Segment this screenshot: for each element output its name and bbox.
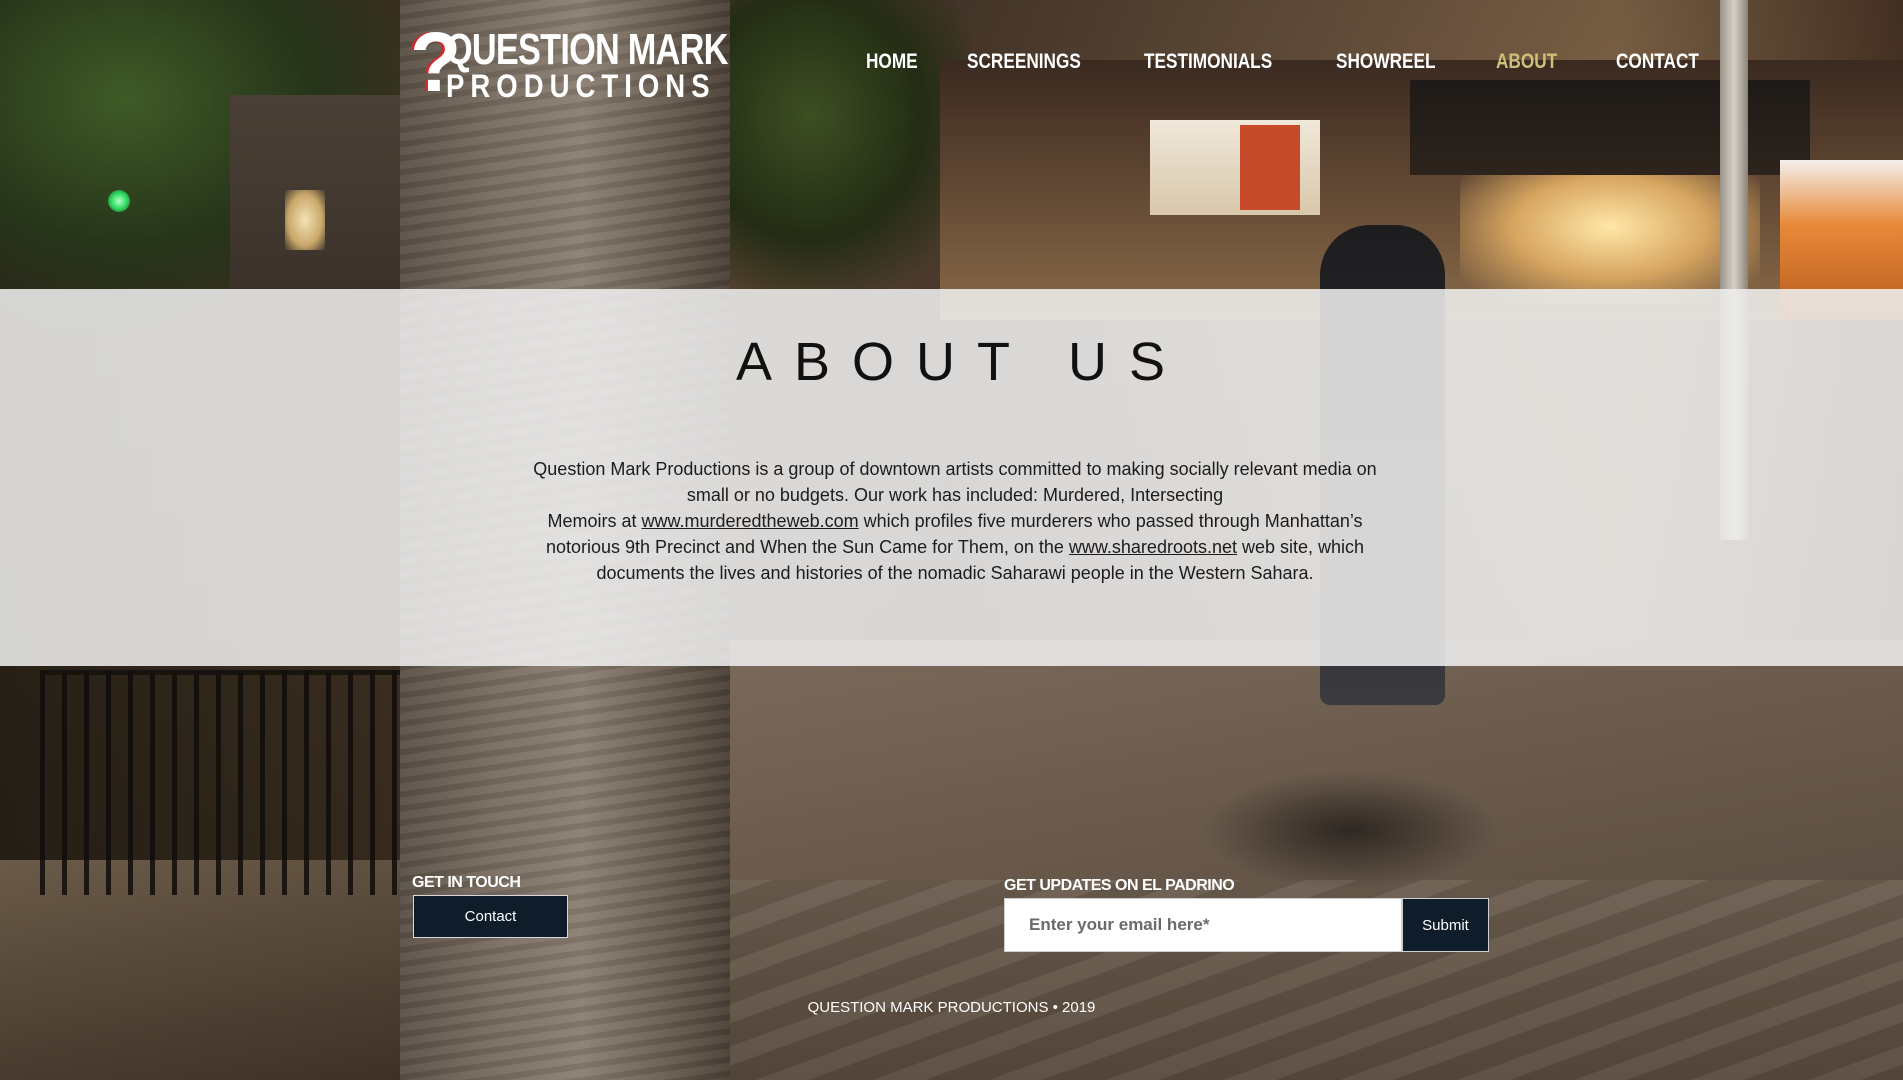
copyright-text: QUESTION MARK PRODUCTIONS • 2019: [807, 999, 1096, 1016]
about-description: Question Mark Productions is a group of …: [510, 456, 1400, 586]
background-railing: [40, 670, 430, 895]
nav-showreel[interactable]: SHOWREEL: [1336, 50, 1436, 74]
site-logo[interactable]: ? QUESTION MARK PRODUCTIONS: [410, 20, 728, 104]
about-text-memoirs: Memoirs at: [547, 511, 642, 531]
nav-contact[interactable]: CONTACT: [1616, 50, 1699, 74]
background-shop-light: [1460, 175, 1760, 305]
get-in-touch-label: GET IN TOUCH: [412, 874, 521, 891]
main-nav: HOME SCREENINGS TESTIMONIALS SHOWREEL AB…: [866, 50, 1717, 74]
contact-button[interactable]: Contact: [413, 895, 568, 938]
logo-title: QUESTION MARK: [446, 25, 728, 74]
logo-subtitle: PRODUCTIONS: [446, 68, 716, 104]
email-input[interactable]: [1004, 898, 1402, 952]
page-title: ABOUT US: [735, 332, 1188, 392]
about-text-intro: Question Mark Productions is a group of …: [533, 459, 1377, 505]
background-skater-shadow: [1200, 770, 1500, 890]
newsletter-label: GET UPDATES ON EL PADRINO: [1004, 877, 1235, 894]
background-lit-window: [285, 190, 325, 250]
murderedtheweb-link[interactable]: www.murderedtheweb.com: [642, 511, 859, 531]
sharedroots-link[interactable]: www.sharedroots.net: [1069, 537, 1237, 557]
nav-screenings[interactable]: SCREENINGS: [967, 50, 1081, 74]
submit-button[interactable]: Submit: [1402, 898, 1489, 952]
nav-testimonials[interactable]: TESTIMONIALS: [1144, 50, 1272, 74]
nav-about[interactable]: ABOUT: [1496, 50, 1557, 74]
background-traffic-light: [108, 190, 130, 212]
nav-home[interactable]: HOME: [866, 50, 918, 74]
site-header: ? QUESTION MARK PRODUCTIONS HOME SCREENI…: [0, 0, 1903, 140]
